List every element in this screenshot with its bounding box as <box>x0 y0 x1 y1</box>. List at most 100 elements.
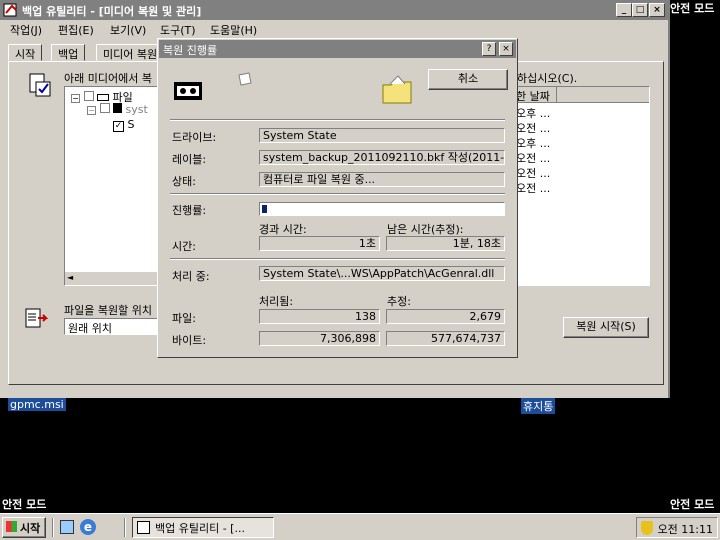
tree-label-system: syst <box>125 103 148 116</box>
tape-icon <box>97 94 109 101</box>
status-label: 상태: <box>172 175 196 188</box>
desktop-icon-gpmc[interactable]: gpmc.msi <box>8 398 66 411</box>
collapse-icon[interactable]: − <box>71 94 80 103</box>
processing-label: 처리 중: <box>172 270 210 283</box>
start-restore-button[interactable]: 복원 시작(S) <box>563 317 649 338</box>
instruction-text: 아래 미디어에서 복 <box>64 72 152 85</box>
menu-action[interactable]: 작업(J) <box>10 22 42 38</box>
dialog-title: 복원 진행률 <box>163 44 218 57</box>
tab-restore-media[interactable]: 미디어 복원 <box>96 44 165 61</box>
safe-mode-label-top-right: 안전 모드 <box>670 2 715 15</box>
drive-label: 드라이브: <box>172 131 217 144</box>
progress-label: 진행률: <box>172 204 207 217</box>
estimated-header: 추정: <box>387 295 411 308</box>
menu-tools[interactable]: 도구(T) <box>160 22 196 38</box>
processing-value: System State\...WS\AppPatch\AcGenral.dll <box>259 266 505 281</box>
bytes-processed: 7,306,898 <box>259 331 380 346</box>
taskbar-separator <box>52 518 54 537</box>
safe-mode-label-bottom-left: 안전 모드 <box>2 498 47 511</box>
list-item[interactable]: 오후 ... <box>516 105 550 121</box>
files-processed: 138 <box>259 309 380 324</box>
clock[interactable]: 오전 11:11 <box>658 521 713 537</box>
maximize-button[interactable]: □ <box>632 3 648 17</box>
safe-mode-label-bottom-right: 안전 모드 <box>670 498 715 511</box>
minimize-button[interactable]: _ <box>616 3 632 17</box>
collapse-icon[interactable]: − <box>87 106 96 115</box>
label-value: system_backup_2011092110.bkf 작성(2011-09-… <box>259 150 505 165</box>
taskbar-backup-utility[interactable]: 백업 유틸리티 - [... <box>132 517 274 538</box>
divider <box>170 258 505 260</box>
files-label: 파일: <box>172 312 196 325</box>
drive-value: System State <box>259 128 505 143</box>
backup-set-list[interactable]: 한 날짜 오후 ... 오전 ... 오후 ... 오전 ... 오전 ... … <box>505 86 650 286</box>
restore-to-label: 파일을 복원할 위치 <box>64 304 152 317</box>
tree-label-system-state: S <box>127 118 135 131</box>
window-titlebar[interactable]: 백업 유틸리티 - [미디어 복원 및 관리] _ □ × <box>0 0 668 20</box>
menu-bar: 작업(J) 편집(E) 보기(V) 도구(T) 도움말(H) <box>0 20 668 38</box>
list-column-date[interactable]: 한 날짜 <box>516 88 550 104</box>
window-title: 백업 유틸리티 - [미디어 복원 및 관리] <box>22 5 202 18</box>
status-value: 컴퓨터로 파일 복원 중... <box>259 172 505 187</box>
checkbox-icon[interactable] <box>99 103 110 113</box>
task-label: 백업 유틸리티 - [... <box>155 522 245 535</box>
menu-edit[interactable]: 편집(E) <box>58 22 94 38</box>
checkbox-icon[interactable] <box>83 91 94 101</box>
list-item[interactable]: 오전 ... <box>516 150 550 166</box>
menu-help[interactable]: 도움말(H) <box>210 22 257 38</box>
disk-icon <box>113 103 122 113</box>
backup-task-icon <box>137 521 150 534</box>
list-item[interactable]: 오전 ... <box>516 180 550 196</box>
remaining-value: 1분, 18초 <box>386 236 505 251</box>
bytes-label: 바이트: <box>172 334 207 347</box>
windows-logo-icon <box>6 521 17 532</box>
internet-explorer-icon[interactable]: e <box>80 519 96 535</box>
taskbar: 시작 e 백업 유틸리티 - [... 오전 11:11 <box>0 513 720 540</box>
tape-drive-icon <box>174 82 202 100</box>
help-button[interactable]: ? <box>482 42 496 56</box>
tab-backup[interactable]: 백업 <box>51 44 86 61</box>
tree-hscrollbar[interactable]: ◄ <box>65 271 159 285</box>
show-desktop-icon[interactable] <box>60 520 74 534</box>
system-tray: 오전 11:11 <box>636 517 718 538</box>
divider <box>170 119 505 121</box>
folder-icon <box>382 75 412 104</box>
list-item[interactable]: 오전 ... <box>516 120 550 136</box>
tab-start[interactable]: 시작 <box>8 44 43 61</box>
scroll-left-icon[interactable]: ◄ <box>67 273 73 282</box>
elapsed-value: 1초 <box>259 236 380 251</box>
checked-checkbox-icon[interactable]: ✓ <box>113 121 124 132</box>
elapsed-header: 경과 시간: <box>259 223 307 236</box>
progress-fill <box>262 205 267 213</box>
processed-header: 처리됨: <box>259 295 294 308</box>
menu-view[interactable]: 보기(V) <box>110 22 146 38</box>
files-estimated: 2,679 <box>386 309 505 324</box>
restore-progress-bar <box>259 202 505 216</box>
taskbar-separator <box>124 518 126 537</box>
desktop-icon-recycle-bin[interactable]: 휴지통 <box>521 398 556 414</box>
instruction-text-right: 하십시오(C). <box>517 72 578 85</box>
time-label: 시간: <box>172 240 196 253</box>
tree-row-system-state[interactable]: ✓ S <box>113 118 134 132</box>
security-shield-icon[interactable] <box>641 521 653 535</box>
column-divider[interactable] <box>556 87 557 102</box>
bytes-estimated: 577,674,737 <box>386 331 505 346</box>
remaining-header: 남은 시간(추정): <box>387 223 464 236</box>
start-label: 시작 <box>20 522 41 535</box>
close-button[interactable]: × <box>649 3 665 17</box>
dialog-titlebar[interactable]: 복원 진행률 ? × <box>159 40 516 58</box>
restore-progress-dialog: 복원 진행률 ? × 취소 드라이브: System State 레이블: sy… <box>157 38 518 358</box>
restore-location-select[interactable]: 원래 위치 <box>64 318 158 335</box>
list-item[interactable]: 오후 ... <box>516 135 550 151</box>
restore-location-icon <box>25 308 48 328</box>
start-button[interactable]: 시작 <box>2 517 46 538</box>
divider <box>170 193 505 195</box>
media-tree[interactable]: − 파일 − syst ✓ S ◄ <box>64 86 160 286</box>
cancel-button[interactable]: 취소 <box>428 69 508 90</box>
dialog-close-button[interactable]: × <box>499 42 513 56</box>
list-column-header[interactable]: 한 날짜 <box>506 87 649 103</box>
tree-row-system[interactable]: − syst <box>87 103 148 116</box>
label-label: 레이블: <box>172 153 207 166</box>
backup-app-icon <box>3 3 17 17</box>
list-item[interactable]: 오전 ... <box>516 165 550 181</box>
restore-wizard-icon <box>29 73 51 97</box>
